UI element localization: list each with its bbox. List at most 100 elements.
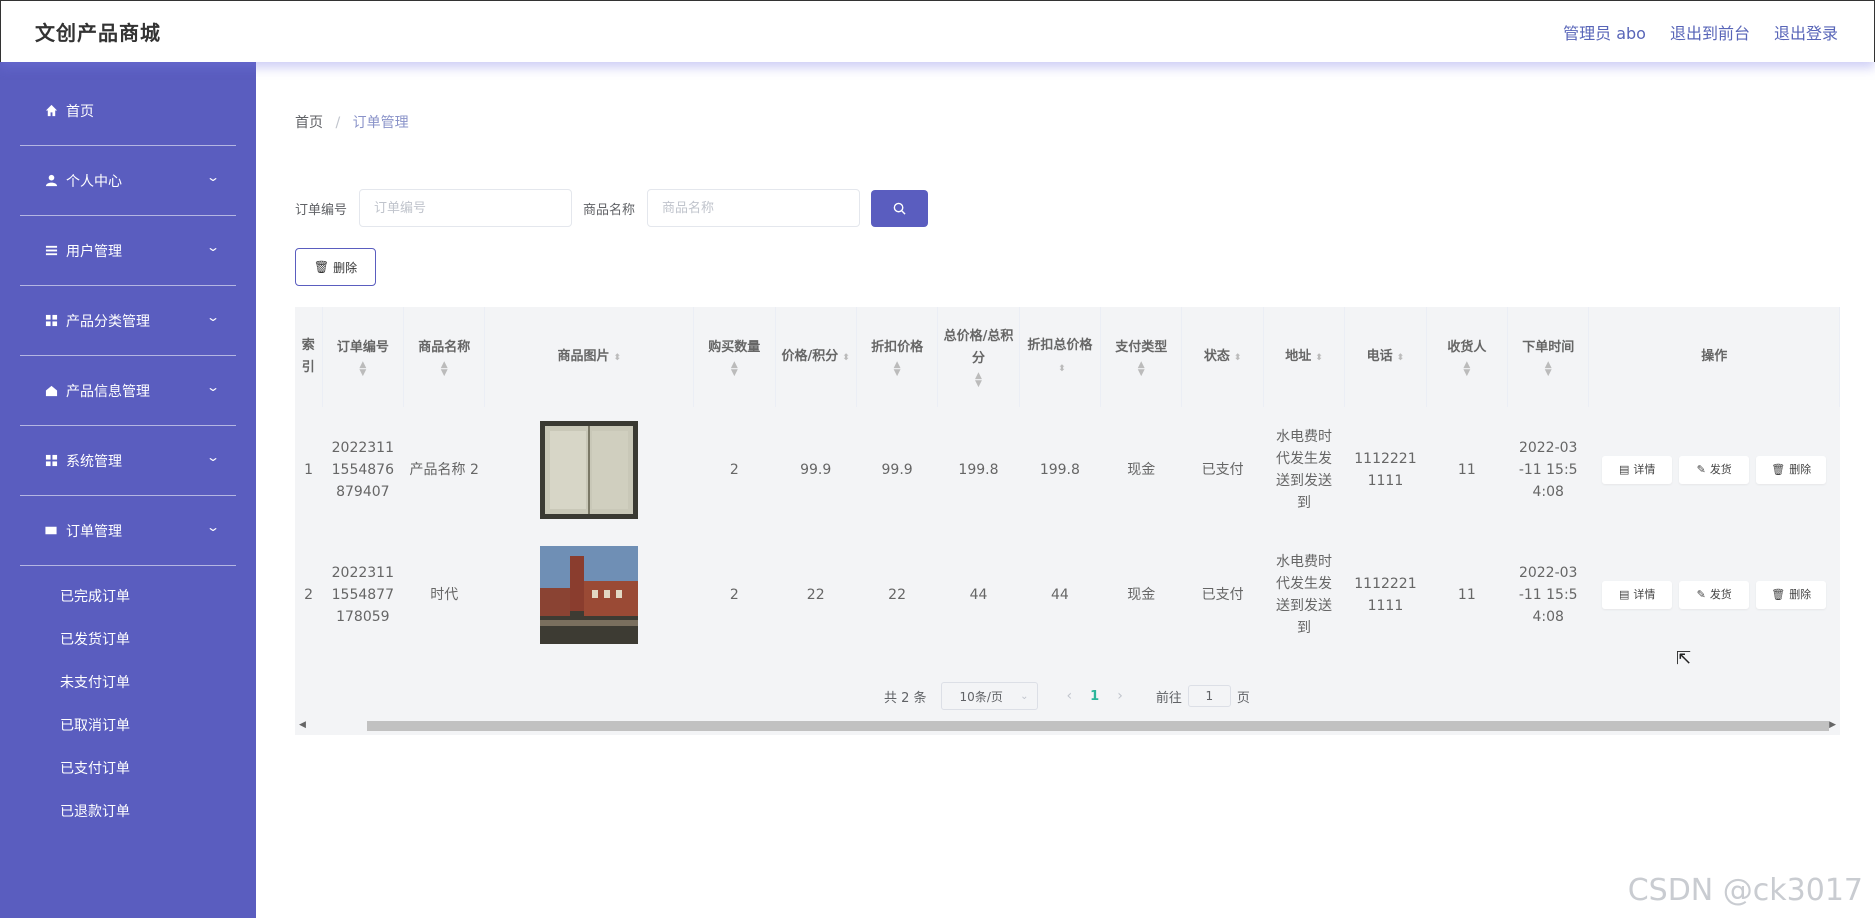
- delete-button[interactable]: 🗑 删除: [1756, 455, 1827, 484]
- cell-discount-total: 199.8: [1039, 461, 1080, 478]
- col-status[interactable]: 状态 ⬍: [1181, 307, 1264, 407]
- chevron-down-icon: ⌄: [205, 520, 221, 534]
- breadcrumb: 首页 / 订单管理: [295, 112, 409, 132]
- mouse-cursor-icon: ⇱: [1676, 648, 1692, 669]
- cell-order-time: 2022-03 -11 15:5 4:08: [1518, 564, 1578, 625]
- sort-icon: ⬍: [1396, 352, 1405, 363]
- cell-order-no: 2022311 1554876 879407: [331, 439, 394, 500]
- chevron-down-icon: ⌄: [205, 380, 221, 394]
- sort-icon: ⬍: [613, 352, 622, 363]
- search-bar: 订单编号 商品名称: [295, 189, 929, 227]
- product-image-book[interactable]: [540, 420, 639, 519]
- trash-icon: 🗑: [1771, 462, 1786, 476]
- scroll-right-icon[interactable]: ▶: [1829, 720, 1836, 730]
- submenu-completed-orders[interactable]: 已完成订单: [0, 574, 256, 617]
- home-edit-icon: [44, 384, 58, 398]
- user-icon: [44, 174, 58, 188]
- sort-icon: ▲ ▼: [440, 360, 448, 378]
- cell-actions: ▤ 详情 ✎ 发货 🗑 删除: [1589, 407, 1840, 532]
- edit-icon: ✎: [1696, 462, 1706, 476]
- sidebar-item-product[interactable]: 产品信息管理 ⌄: [20, 356, 236, 426]
- cell-quantity: 2: [729, 586, 739, 603]
- goto-page-input[interactable]: 1: [1187, 685, 1231, 707]
- cell-index: 2: [304, 586, 314, 603]
- col-receiver[interactable]: 收货人 ▲ ▼: [1426, 307, 1509, 407]
- sidebar-item-label: 订单管理: [66, 523, 122, 540]
- cell-discount-price: 22: [888, 586, 906, 603]
- current-page[interactable]: 1: [1090, 689, 1099, 704]
- ship-button[interactable]: ✎ 发货: [1679, 580, 1750, 609]
- order-no-input[interactable]: [359, 189, 573, 227]
- scroll-left-icon[interactable]: ◀: [299, 720, 306, 730]
- sidebar-item-profile[interactable]: 个人中心 ⌄: [20, 146, 236, 216]
- sidebar-item-orders[interactable]: 订单管理 ⌄: [20, 496, 236, 566]
- product-image-building[interactable]: [540, 545, 639, 644]
- sidebar-item-users[interactable]: 用户管理 ⌄: [20, 216, 236, 286]
- chevron-down-icon: ⌄: [205, 310, 221, 324]
- col-address[interactable]: 地址 ⬍: [1263, 307, 1346, 407]
- detail-button[interactable]: ▤ 详情: [1602, 455, 1673, 484]
- scrollbar-thumb[interactable]: [367, 721, 1829, 731]
- watermark: CSDN @ck3017: [1627, 873, 1863, 908]
- chevron-down-icon: ⌄: [205, 450, 221, 464]
- sort-icon: ▲ ▼: [1137, 360, 1145, 378]
- cell-product-name: 时代: [430, 586, 459, 603]
- cell-phone: 1112221 1111: [1354, 450, 1417, 489]
- col-product-image[interactable]: 商品图片 ⬍: [484, 307, 695, 407]
- col-pay-type[interactable]: 支付类型 ▲ ▼: [1100, 307, 1183, 407]
- submenu-paid-orders[interactable]: 已支付订单: [0, 746, 256, 789]
- submenu-cancelled-orders[interactable]: 已取消订单: [0, 703, 256, 746]
- col-actions: 操作: [1588, 307, 1840, 407]
- col-order-no[interactable]: 订单编号 ▲ ▼: [322, 307, 405, 407]
- sidebar-item-label: 产品分类管理: [66, 313, 150, 330]
- cell-product-image: [485, 532, 694, 657]
- sidebar-item-category[interactable]: 产品分类管理 ⌄: [20, 286, 236, 356]
- cell-index: 1: [304, 461, 314, 478]
- trash-icon: 🗑: [313, 260, 330, 274]
- col-phone[interactable]: 电话 ⬍: [1344, 307, 1427, 407]
- cell-phone: 1112221 1111: [1354, 575, 1417, 614]
- col-total[interactable]: 总价格/总积分 ▲ ▼: [937, 307, 1020, 407]
- horizontal-scrollbar[interactable]: ◀ ▶: [295, 717, 1840, 733]
- sidebar-item-home[interactable]: 首页: [20, 76, 236, 146]
- sidebar: 首页 个人中心 ⌄ 用户管理 ⌄ 产品分类管理 ⌄ 产品信息管理 ⌄ 系统管理 …: [0, 62, 256, 918]
- product-name-input[interactable]: [647, 189, 861, 227]
- sort-icon: ▲ ▼: [975, 371, 982, 389]
- col-discount-total[interactable]: 折扣总价格⬍: [1019, 307, 1102, 407]
- sort-icon: ▲ ▼: [1544, 360, 1552, 378]
- delete-button[interactable]: 🗑 删除: [1756, 580, 1827, 609]
- cell-total: 44: [969, 586, 988, 603]
- col-order-time[interactable]: 下单时间 ▲ ▼: [1507, 307, 1590, 407]
- page-unit-label: 页: [1236, 690, 1250, 706]
- sort-icon: ⬍: [1058, 363, 1066, 374]
- batch-delete-button[interactable]: 🗑 删除: [295, 248, 376, 286]
- sort-icon: ▲ ▼: [359, 360, 367, 378]
- chevron-down-icon: ⌄: [205, 170, 221, 184]
- col-product-name[interactable]: 商品名称 ▲ ▼: [403, 307, 486, 407]
- col-discount-price[interactable]: 折扣价格 ▲ ▼: [856, 307, 939, 407]
- submenu-refunded-orders[interactable]: 已退款订单: [0, 789, 256, 832]
- document-icon: ▤: [1619, 462, 1630, 476]
- cell-actions: ▤ 详情 ✎ 发货 🗑 删除: [1589, 532, 1840, 657]
- search-button[interactable]: [871, 189, 929, 227]
- logout-link[interactable]: 退出登录: [1774, 20, 1838, 44]
- sidebar-item-label: 系统管理: [66, 453, 122, 470]
- next-page-icon[interactable]: ›: [1117, 688, 1123, 704]
- col-price[interactable]: 价格/积分 ⬍: [775, 307, 857, 407]
- table-row: 1 2022311 1554876 879407 产品名称 2 2 99.9 9…: [295, 407, 1840, 532]
- home-icon: [44, 104, 58, 118]
- submenu-shipped-orders[interactable]: 已发货订单: [0, 617, 256, 660]
- goto-label: 前往: [1155, 690, 1182, 706]
- ship-button[interactable]: ✎ 发货: [1679, 455, 1750, 484]
- breadcrumb-home[interactable]: 首页: [295, 115, 323, 131]
- back-to-front-link[interactable]: 退出到前台: [1670, 20, 1750, 44]
- sidebar-item-system[interactable]: 系统管理 ⌄: [20, 426, 236, 496]
- chevron-down-icon: ⌄: [205, 240, 221, 254]
- submenu-unpaid-orders[interactable]: 未支付订单: [0, 660, 256, 703]
- admin-label[interactable]: 管理员 abo: [1563, 20, 1646, 44]
- detail-button[interactable]: ▤ 详情: [1602, 580, 1673, 609]
- prev-page-icon[interactable]: ‹: [1067, 688, 1073, 704]
- col-quantity[interactable]: 购买数量 ▲ ▼: [693, 307, 776, 407]
- table-row: 2 2022311 1554877 178059 时代 2 22 22 44 4…: [295, 532, 1840, 657]
- page-size-select[interactable]: 10条/页 ⌄: [940, 682, 1038, 710]
